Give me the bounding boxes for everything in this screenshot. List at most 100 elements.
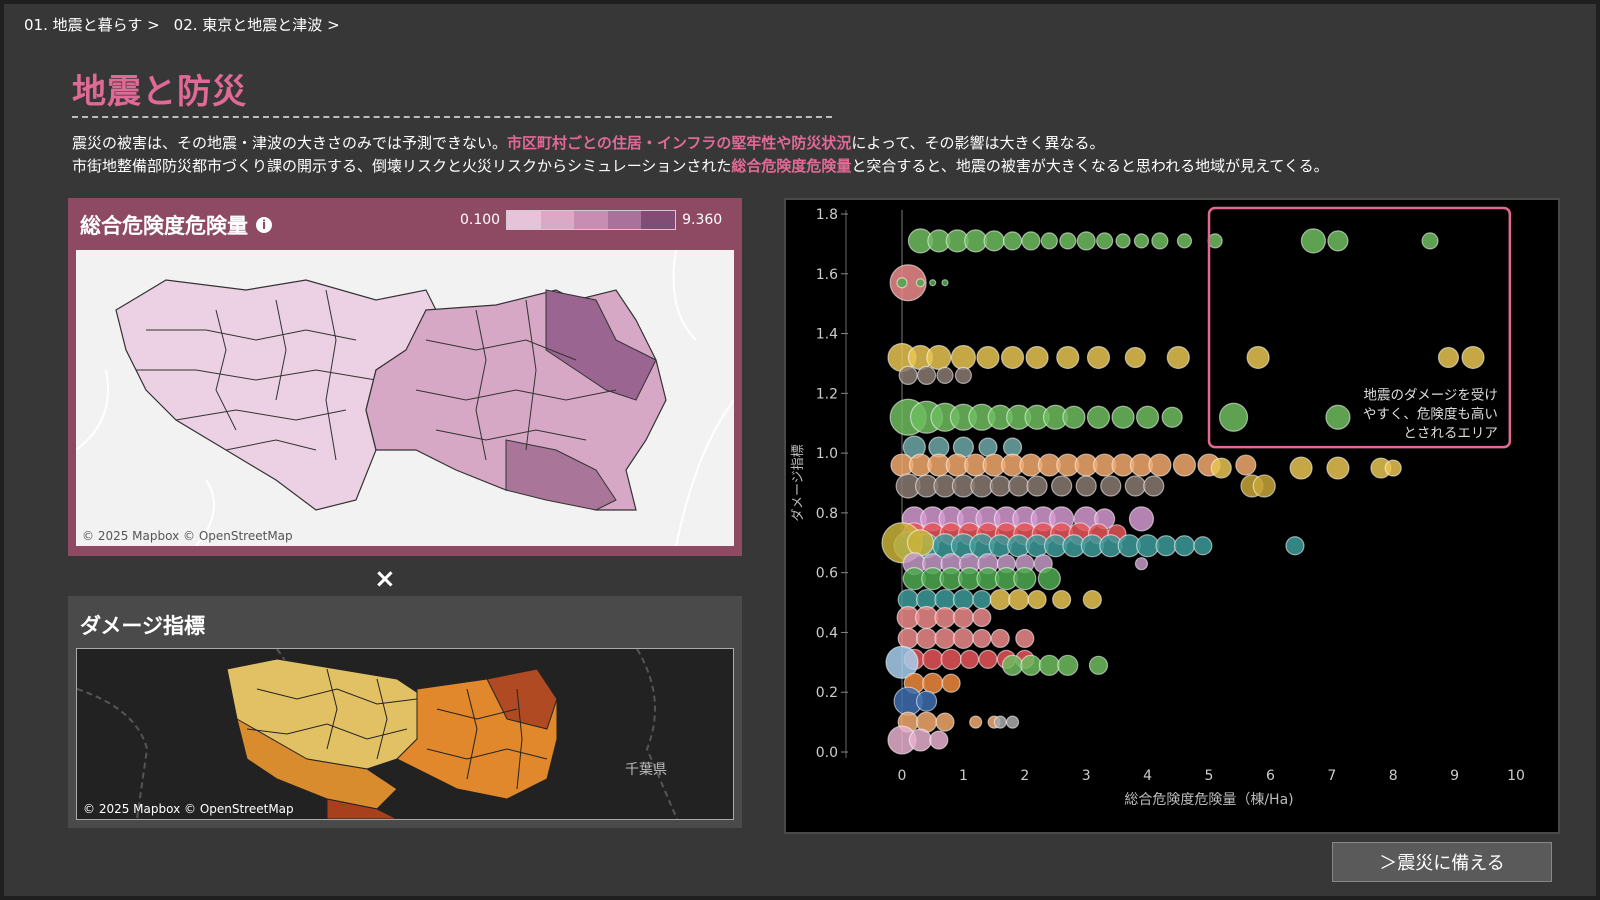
data-point — [983, 230, 1005, 252]
data-point — [1096, 232, 1114, 250]
data-point — [1086, 345, 1111, 370]
data-point — [1128, 506, 1155, 532]
data-point — [1134, 557, 1149, 571]
annotation-text: やすく、危険度も高い — [1363, 405, 1498, 422]
data-point — [1166, 345, 1190, 370]
data-point — [896, 277, 908, 289]
data-point — [1021, 231, 1041, 251]
damage-map-panel: ダメージ指標 千葉県 © 2025 Mapbox © OpenStreetMap — [68, 596, 742, 828]
lead-line-1-tail: によって、その影響は大きく異なる。 — [851, 134, 1105, 152]
data-point — [1002, 231, 1023, 251]
data-point — [1325, 404, 1351, 430]
data-point — [1461, 345, 1485, 370]
data-point — [1026, 475, 1048, 497]
data-point — [1327, 230, 1349, 252]
data-point — [978, 649, 998, 669]
data-point — [1037, 567, 1061, 591]
prepare-button[interactable]: ＞震災に備える — [1332, 842, 1552, 882]
data-point — [1086, 405, 1111, 429]
x-tick-label: 7 — [1327, 768, 1336, 784]
data-point — [1005, 715, 1020, 729]
y-tick-label: 0.2 — [816, 685, 838, 701]
legend-color-ramp — [506, 210, 677, 230]
data-point — [952, 606, 974, 629]
data-point — [936, 366, 954, 384]
data-point — [897, 627, 919, 650]
risk-map-attribution: © 2025 Mapbox © OpenStreetMap — [82, 529, 293, 543]
data-point — [964, 229, 988, 253]
data-point — [941, 279, 949, 287]
breadcrumb: 01. 地震と暮らす > 02. 東京と地震と津波 > — [24, 14, 340, 35]
y-tick-label: 0.6 — [816, 566, 838, 582]
data-point — [972, 607, 992, 628]
data-point — [1040, 232, 1058, 250]
data-point — [935, 712, 955, 732]
damage-map-attribution: © 2025 Mapbox © OpenStreetMap — [83, 802, 294, 816]
data-point — [1027, 589, 1047, 610]
data-point — [1173, 535, 1196, 557]
data-point — [1008, 588, 1030, 611]
data-point — [1008, 475, 1030, 497]
legend-ramp-swatch — [540, 211, 575, 229]
divider — [72, 116, 832, 118]
y-tick-label: 1.2 — [816, 386, 838, 402]
data-point — [1133, 233, 1150, 249]
data-point — [915, 690, 938, 712]
info-icon[interactable]: i — [256, 217, 272, 233]
data-point — [970, 474, 994, 498]
place-label-chiba: 千葉県 — [625, 762, 667, 778]
data-point — [978, 437, 998, 457]
data-point — [972, 589, 992, 610]
x-tick-label: 1 — [959, 768, 968, 784]
data-point — [941, 673, 961, 693]
data-point — [1000, 345, 1025, 370]
data-point — [959, 649, 980, 669]
data-point — [1155, 535, 1177, 557]
data-point — [1136, 405, 1160, 429]
lead-line-2: 市街地整備部防災都市づくり課の開示する、倒壊リスクと火災リスクからシミュレーショ… — [72, 155, 1522, 178]
x-tick-label: 8 — [1389, 768, 1398, 784]
scatter-chart[interactable]: 0.0 0.2 0.4 0.6 0.8 1.0 1.2 1.4 1.6 1.8 0 1 2 3 4 5 6 7 8 9… — [784, 198, 1560, 834]
data-point — [916, 365, 937, 385]
data-point — [915, 278, 926, 288]
y-tick-label: 0.8 — [816, 506, 838, 522]
y-tick-label: 1.4 — [816, 327, 838, 343]
data-point — [1246, 345, 1270, 370]
data-point — [940, 648, 962, 670]
y-tick-label: 1.6 — [816, 267, 838, 283]
damage-map[interactable]: 千葉県 © 2025 Mapbox © OpenStreetMap — [76, 648, 734, 820]
data-point — [1075, 475, 1097, 497]
damage-map-title: ダメージ指標 — [80, 614, 205, 638]
data-point — [1062, 405, 1086, 429]
risk-map[interactable]: © 2025 Mapbox © OpenStreetMap — [76, 250, 734, 546]
data-point — [952, 588, 974, 611]
breadcrumb-item-2[interactable]: 02. 東京と地震と津波 > — [174, 14, 340, 35]
breadcrumb-item-1[interactable]: 01. 地震と暮らす > — [24, 14, 160, 35]
x-tick-label: 2 — [1020, 768, 1029, 784]
data-point — [1051, 475, 1073, 497]
data-point — [990, 628, 1010, 649]
data-point — [1056, 345, 1080, 370]
data-point — [1100, 475, 1122, 497]
data-point — [1437, 346, 1460, 369]
data-point — [1088, 655, 1109, 675]
data-point — [989, 475, 1011, 497]
legend-ramp-swatch — [574, 211, 608, 229]
data-point — [929, 279, 937, 287]
data-point — [1218, 402, 1249, 432]
data-point — [1148, 453, 1172, 477]
data-point — [989, 588, 1011, 611]
data-point — [1015, 628, 1035, 649]
lead-line-2-tail: と突合すると、地震の被害が大きくなると思われる地域が見えてくる。 — [851, 157, 1329, 175]
data-point — [906, 529, 935, 557]
data-point — [1059, 232, 1077, 250]
y-tick-label: 1.0 — [816, 446, 838, 462]
data-point — [1002, 437, 1023, 457]
data-point — [976, 345, 1000, 370]
data-point — [926, 344, 952, 371]
data-point — [922, 672, 944, 694]
data-point — [1136, 534, 1160, 558]
data-point — [1161, 406, 1183, 428]
data-point — [908, 728, 933, 752]
data-point — [1235, 454, 1257, 476]
